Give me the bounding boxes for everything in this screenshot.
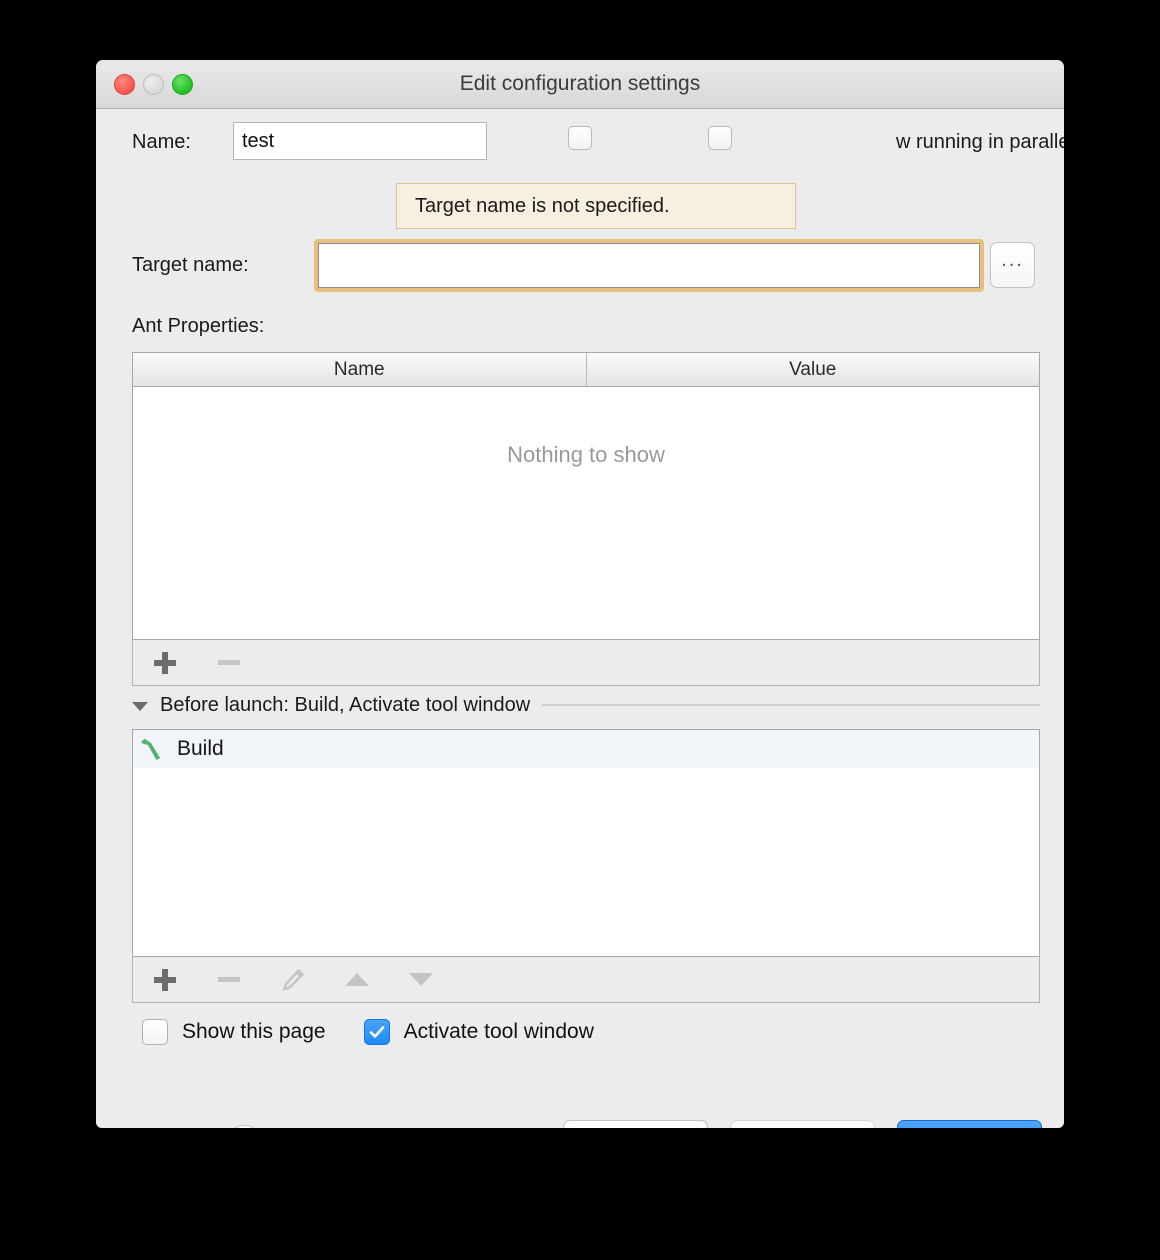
ant-properties-table: Name Value Nothing to show <box>132 352 1040 640</box>
dialog-button-bar: Cancel Apply Debug <box>563 1120 1042 1128</box>
column-header-name[interactable]: Name <box>133 353 586 386</box>
arrow-down-icon <box>409 973 433 986</box>
ant-properties-toolbar <box>132 640 1040 686</box>
move-down-button <box>403 962 439 998</box>
pencil-icon <box>282 968 305 991</box>
minus-icon <box>218 660 240 665</box>
desktop-background: Edit configuration settings Name: w runn… <box>0 0 1160 1260</box>
apply-button: Apply <box>730 1120 875 1128</box>
empty-state-message: Nothing to show <box>507 442 665 467</box>
arrow-up-icon <box>345 973 369 986</box>
ant-properties-label: Ant Properties: <box>132 315 265 337</box>
section-divider <box>542 704 1040 706</box>
name-row: Name: w running in parallel <box>96 122 1064 162</box>
window-titlebar[interactable]: Edit configuration settings <box>96 60 1064 109</box>
cancel-button[interactable]: Cancel <box>563 1120 708 1128</box>
column-header-value[interactable]: Value <box>585 353 1039 386</box>
target-name-row: Target name: ... <box>96 239 1064 295</box>
add-task-button[interactable] <box>147 962 183 998</box>
ant-properties-table-header: Name Value <box>133 353 1039 387</box>
remove-property-button <box>211 645 247 681</box>
move-up-button <box>339 962 375 998</box>
list-item-label: Build <box>177 737 224 760</box>
browse-target-button[interactable]: ... <box>990 242 1035 288</box>
activate-tool-window-label: Activate tool window <box>403 1020 594 1043</box>
plus-icon <box>154 968 176 991</box>
allow-parallel-run-checkbox[interactable] <box>708 126 732 150</box>
name-input[interactable] <box>233 122 487 160</box>
chevron-down-icon[interactable] <box>132 701 148 711</box>
show-this-page-checkbox[interactable] <box>142 1019 168 1045</box>
before-launch-header[interactable]: Before launch: Build, Activate tool wind… <box>132 687 1040 723</box>
allow-parallel-run-label: w running in parallel <box>896 131 1064 153</box>
single-instance-checkbox[interactable] <box>568 126 592 150</box>
hammer-icon <box>141 738 160 760</box>
check-icon <box>369 1026 384 1038</box>
dialog-content: Name: w running in parallel Target name … <box>96 109 1064 1128</box>
name-label: Name: <box>132 131 191 153</box>
show-this-page-label: Show this page <box>182 1020 326 1043</box>
window-title: Edit configuration settings <box>459 72 701 95</box>
edit-task-button <box>275 962 311 998</box>
remove-task-button <box>211 962 247 998</box>
before-launch-title: Before launch: Build, Activate tool wind… <box>160 693 531 716</box>
dialog-window: Edit configuration settings Name: w runn… <box>96 60 1064 1128</box>
before-launch-task-list[interactable]: Build <box>132 729 1040 957</box>
activate-tool-window-checkbox[interactable] <box>363 1019 390 1045</box>
validation-tooltip: Target name is not specified. <box>396 183 796 229</box>
target-name-label: Target name: <box>132 254 249 276</box>
options-row: Show this page Activate tool window <box>142 1019 594 1045</box>
minus-icon <box>218 977 240 982</box>
add-property-button[interactable] <box>147 645 183 681</box>
target-name-field-wrapper <box>314 239 984 292</box>
plus-icon <box>154 651 176 674</box>
list-item[interactable]: Build <box>133 730 1039 768</box>
target-name-input[interactable] <box>318 243 980 288</box>
debug-button[interactable]: Debug <box>897 1120 1042 1128</box>
before-launch-toolbar <box>132 957 1040 1003</box>
